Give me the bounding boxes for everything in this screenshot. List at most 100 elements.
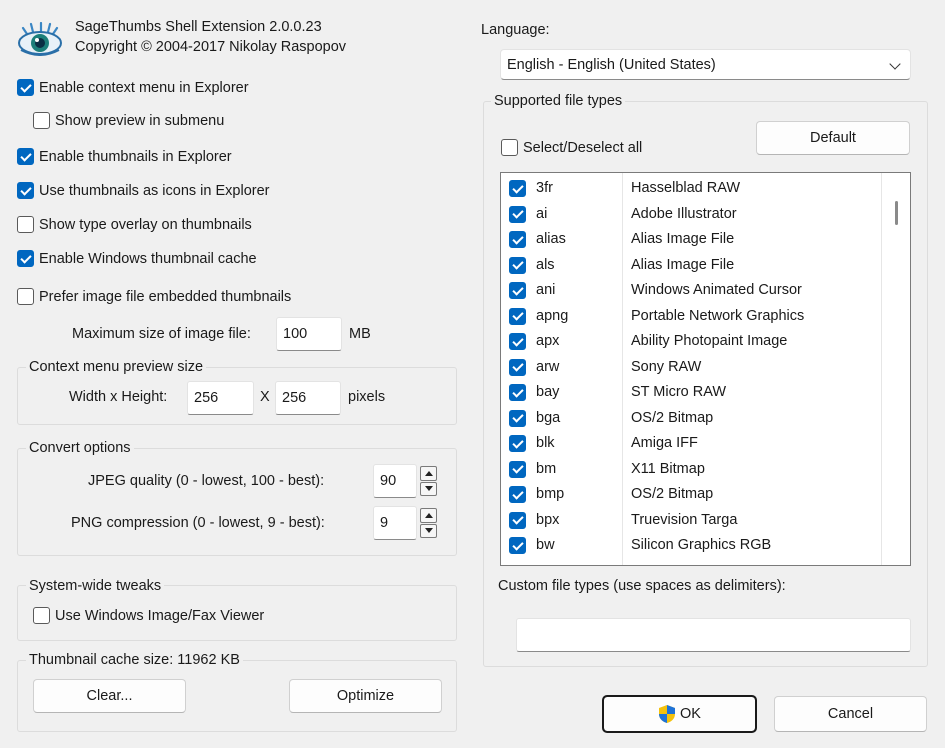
file-extension: bmp — [536, 486, 565, 502]
custom-types-input[interactable] — [516, 618, 911, 652]
checkbox-checked-icon[interactable] — [509, 460, 526, 478]
file-extension: 3fr — [536, 180, 553, 196]
file-extension: ai — [536, 205, 548, 222]
checkbox-checked-icon[interactable] — [509, 205, 526, 223]
preview-size-title: Context menu preview size — [26, 358, 207, 376]
list-item[interactable]: blk Amiga IFF — [501, 431, 881, 457]
list-scrollbar[interactable] — [895, 201, 898, 225]
clear-cache-button[interactable]: Clear... — [33, 679, 186, 713]
checkbox-unchecked-icon — [33, 112, 50, 129]
preview-width-input[interactable] — [187, 381, 254, 415]
checkbox-checked-icon[interactable] — [509, 231, 526, 248]
optimize-cache-button[interactable]: Optimize — [289, 679, 442, 713]
png-compression-label: PNG compression (0 - lowest, 9 - best): — [71, 515, 325, 531]
show-type-overlay-checkbox[interactable]: Show type overlay on thumbnails — [17, 216, 252, 233]
app-logo-icon — [17, 21, 63, 56]
spin-down-icon[interactable] — [420, 523, 437, 538]
max-size-input[interactable] — [276, 317, 342, 351]
list-item[interactable]: ai Adobe Illustrator — [501, 202, 881, 228]
list-item[interactable]: apng Portable Network Graphics — [501, 304, 881, 330]
file-types-list[interactable]: 3fr Hasselblad RAW ai Adobe Illustrator alia… — [500, 172, 911, 566]
png-compression-spinner[interactable] — [420, 508, 437, 538]
checkbox-checked-icon[interactable] — [509, 384, 526, 401]
file-description: Alias Image File — [631, 256, 735, 273]
list-item[interactable]: apx Ability Photopaint Image — [501, 329, 881, 355]
checkbox-checked-icon[interactable] — [509, 409, 526, 427]
spin-up-icon[interactable] — [420, 466, 437, 481]
app-copyright: Copyright © 2004-2017 Nikolay Raspopov — [75, 39, 347, 55]
list-item[interactable]: bm X11 Bitmap — [501, 457, 881, 483]
checkbox-checked-icon[interactable] — [509, 486, 526, 503]
checkbox-checked-icon — [17, 182, 34, 199]
list-item[interactable]: bw Silicon Graphics RGB — [501, 533, 881, 559]
file-description: Silicon Graphics RGB — [631, 537, 772, 553]
language-label: Language: — [481, 22, 550, 38]
uac-shield-icon — [658, 704, 676, 724]
tweaks-title: System-wide tweaks — [26, 577, 165, 595]
file-extension: apng — [536, 307, 569, 324]
file-description: ST Micro RAW — [631, 384, 727, 400]
file-description: Windows Animated Cursor — [631, 282, 802, 298]
file-extension: arw — [536, 358, 560, 375]
checkbox-checked-icon[interactable] — [509, 180, 526, 197]
default-button[interactable]: Default — [756, 121, 910, 155]
file-extension: ani — [536, 282, 556, 298]
file-extension: alias — [536, 231, 566, 247]
app-title: SageThumbs Shell Extension 2.0.0.23 — [75, 19, 322, 35]
checkbox-checked-icon[interactable] — [509, 256, 526, 274]
checkbox-unchecked-icon — [33, 607, 50, 624]
file-description: Hasselblad RAW — [631, 180, 741, 196]
file-description: Alias Image File — [631, 231, 735, 247]
list-item[interactable]: bay ST Micro RAW — [501, 380, 881, 406]
convert-options-title: Convert options — [26, 439, 134, 457]
cache-title: Thumbnail cache size: 11962 KB — [26, 651, 243, 669]
language-selected-value: English - English (United States) — [507, 56, 716, 73]
cancel-button[interactable]: Cancel — [774, 696, 927, 732]
file-description: Ability Photopaint Image — [631, 333, 788, 349]
checkbox-checked-icon — [17, 250, 34, 267]
checkbox-unchecked-icon — [17, 216, 34, 233]
size-separator: X — [260, 389, 270, 405]
checkbox-checked-icon[interactable] — [509, 537, 526, 554]
jpeg-quality-spinner[interactable] — [420, 466, 437, 496]
file-extension: apx — [536, 333, 560, 349]
use-thumbnails-icons-checkbox[interactable]: Use thumbnails as icons in Explorer — [17, 182, 270, 199]
width-height-label: Width x Height: — [69, 389, 168, 405]
column-separator — [881, 173, 882, 565]
enable-windows-cache-checkbox[interactable]: Enable Windows thumbnail cache — [17, 250, 257, 267]
list-item[interactable]: bga OS/2 Bitmap — [501, 406, 881, 432]
select-all-checkbox[interactable]: Select/Deselect all — [501, 139, 642, 156]
list-item[interactable]: alias Alias Image File — [501, 227, 881, 253]
prefer-embedded-checkbox[interactable]: Prefer image file embedded thumbnails — [17, 288, 291, 305]
checkbox-checked-icon[interactable] — [509, 282, 526, 299]
enable-context-menu-checkbox[interactable]: Enable context menu in Explorer — [17, 79, 249, 96]
png-compression-input[interactable] — [373, 506, 417, 540]
enable-thumbnails-checkbox[interactable]: Enable thumbnails in Explorer — [17, 148, 232, 165]
language-select[interactable]: English - English (United States) — [500, 49, 911, 80]
list-item[interactable]: bpx Truevision Targa — [501, 508, 881, 534]
file-description: Amiga IFF — [631, 435, 698, 451]
spin-down-icon[interactable] — [420, 481, 437, 496]
file-extension: bpx — [536, 511, 560, 528]
list-item[interactable]: bmp OS/2 Bitmap — [501, 482, 881, 508]
list-item[interactable]: 3fr Hasselblad RAW — [501, 176, 881, 202]
file-description: OS/2 Bitmap — [631, 486, 714, 502]
file-extension: blk — [536, 435, 555, 451]
checkbox-checked-icon[interactable] — [509, 435, 526, 452]
show-preview-submenu-checkbox[interactable]: Show preview in submenu — [33, 112, 224, 129]
checkbox-checked-icon[interactable] — [509, 358, 526, 376]
list-item[interactable]: als Alias Image File — [501, 253, 881, 279]
list-item[interactable]: arw Sony RAW — [501, 355, 881, 381]
image-fax-viewer-checkbox[interactable]: Use Windows Image/Fax Viewer — [33, 607, 264, 624]
checkbox-checked-icon[interactable] — [509, 307, 526, 325]
chevron-down-icon — [889, 58, 901, 70]
checkbox-checked-icon[interactable] — [509, 511, 526, 529]
preview-height-input[interactable] — [275, 381, 341, 415]
jpeg-quality-input[interactable] — [373, 464, 417, 498]
checkbox-checked-icon[interactable] — [509, 333, 526, 350]
checkbox-unchecked-icon — [501, 139, 518, 156]
ok-button[interactable]: OK — [602, 695, 757, 733]
spin-up-icon[interactable] — [420, 508, 437, 523]
list-item[interactable]: ani Windows Animated Cursor — [501, 278, 881, 304]
max-size-label: Maximum size of image file: — [72, 326, 251, 342]
